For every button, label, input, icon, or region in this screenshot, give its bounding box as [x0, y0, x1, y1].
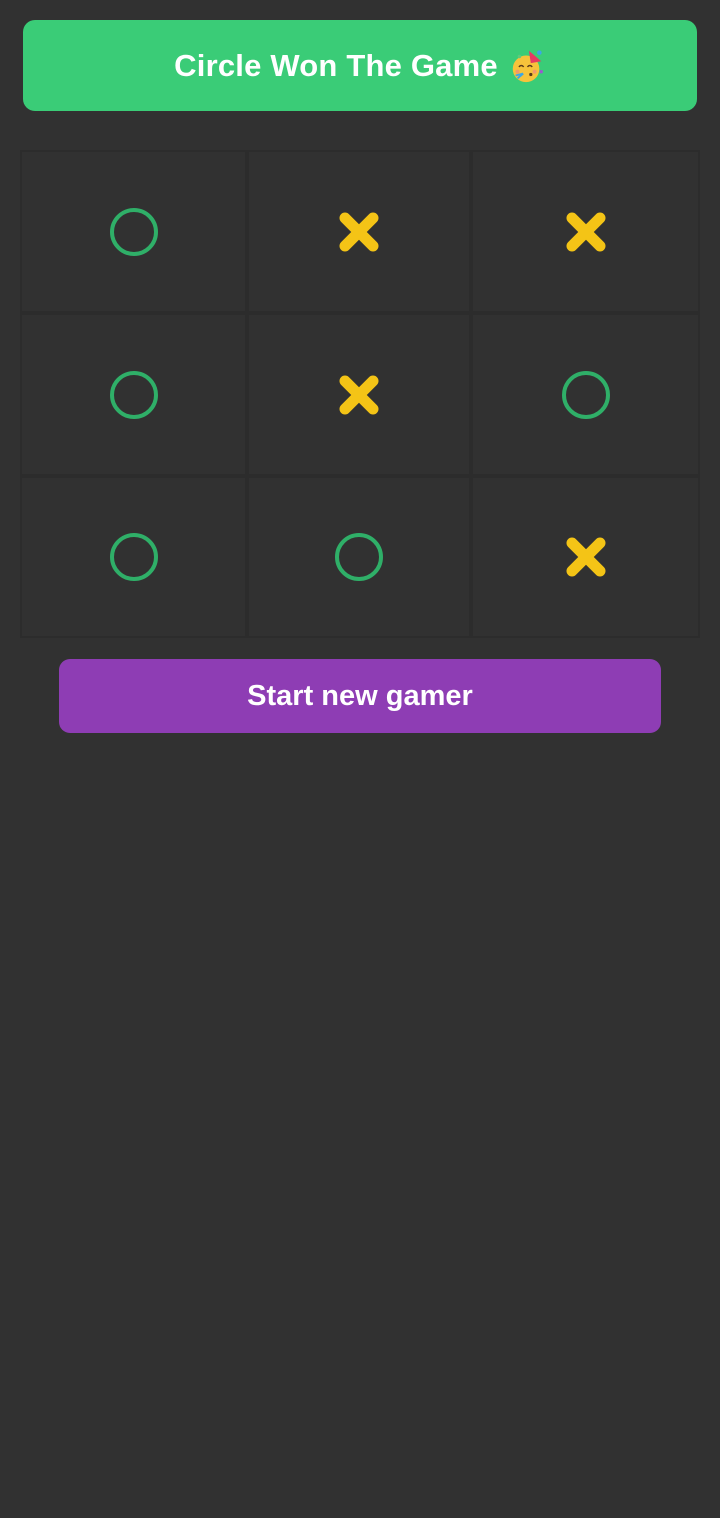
board-cell[interactable] [20, 313, 247, 476]
board-cell[interactable] [471, 150, 700, 313]
cross-icon [339, 375, 379, 414]
game-screen: Circle Won The Game Start new gamer [0, 0, 720, 1518]
circle-icon [109, 533, 158, 581]
board-cell[interactable] [20, 150, 247, 313]
board-cell[interactable] [247, 150, 471, 313]
board-cell[interactable] [20, 476, 247, 638]
winner-text: Circle Won The Game [174, 47, 498, 83]
board-cell[interactable] [471, 313, 700, 476]
game-board [20, 150, 700, 638]
circle-icon [109, 370, 158, 419]
cross-icon [339, 212, 379, 251]
winner-banner: Circle Won The Game [23, 20, 697, 111]
circle-icon [561, 370, 610, 419]
cross-icon [566, 537, 605, 577]
cross-icon [566, 212, 605, 251]
circle-icon [335, 533, 383, 581]
party-face-icon [512, 49, 543, 82]
board-cell[interactable] [247, 313, 471, 476]
board-cell[interactable] [471, 476, 700, 638]
board-cell[interactable] [247, 476, 471, 638]
start-new-game-button[interactable]: Start new gamer [59, 659, 661, 733]
circle-icon [109, 207, 158, 256]
